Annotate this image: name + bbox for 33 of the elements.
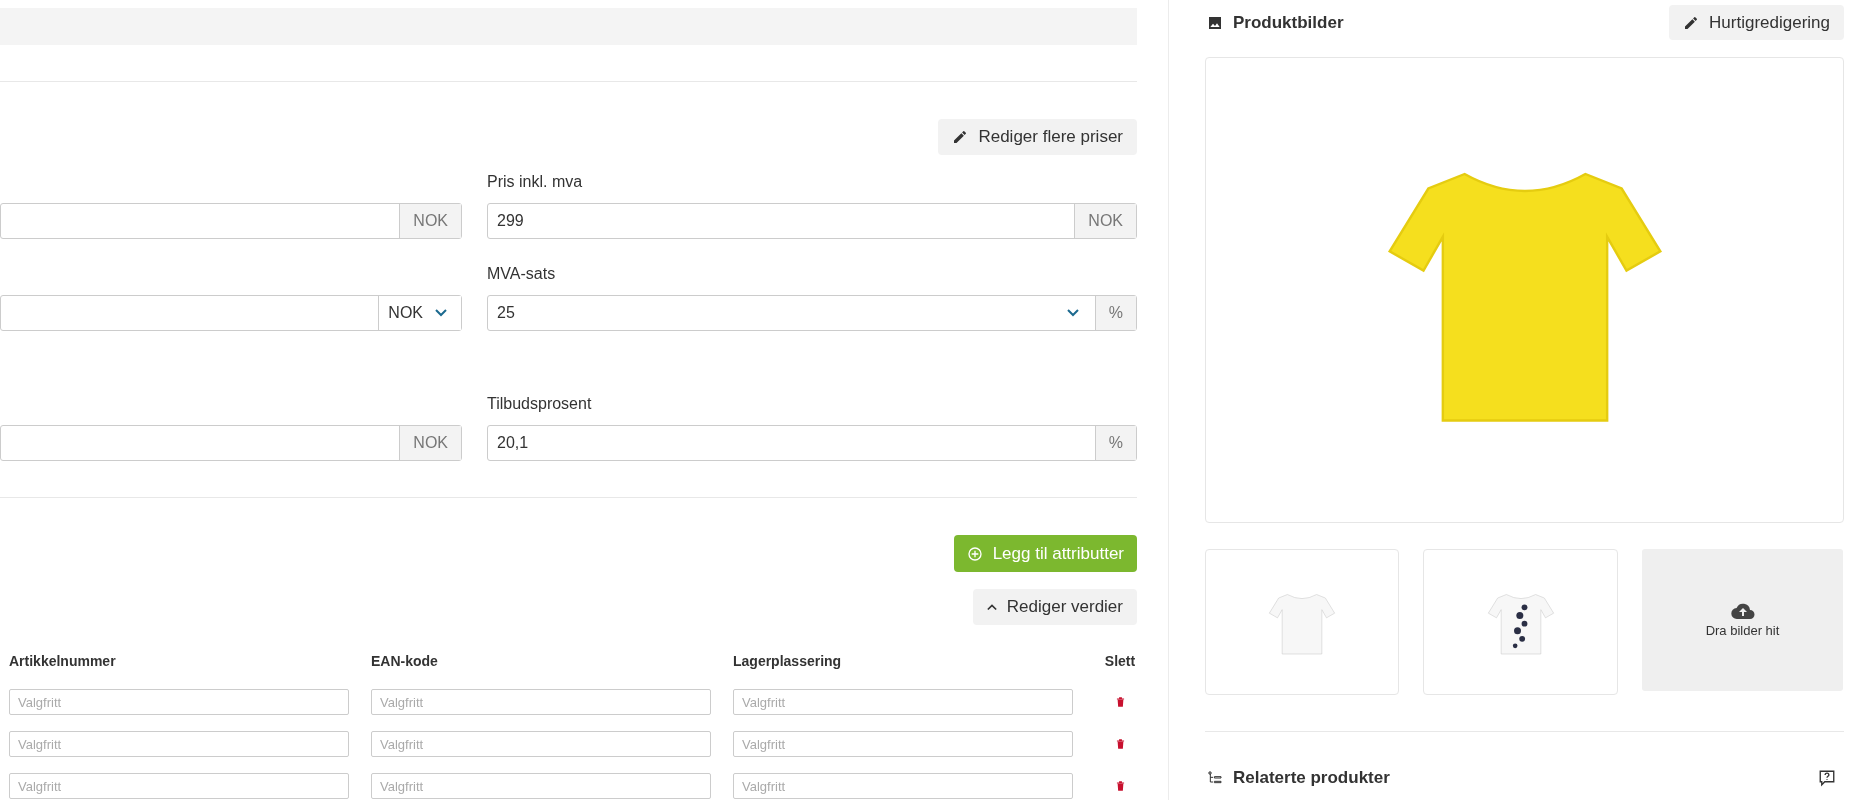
cloud-upload-icon	[1730, 602, 1755, 621]
trash-icon[interactable]	[1115, 781, 1125, 791]
pencil-icon	[1683, 14, 1700, 31]
trash-icon[interactable]	[1115, 697, 1125, 707]
input-field[interactable]: Valgfritt	[371, 689, 711, 715]
field-label: MVA-sats	[487, 265, 556, 282]
upload-dropzone[interactable]: Dra bilder hit	[1642, 549, 1843, 691]
column-header: Lagerplassering	[733, 653, 843, 669]
field-label: Tilbudsprosent	[487, 395, 592, 412]
input-field[interactable]: Valgfritt	[9, 731, 349, 757]
field-label: Pris inkl. mva	[487, 173, 583, 190]
input-field[interactable]: Valgfritt	[733, 731, 1073, 757]
input-field[interactable]: Valgfritt	[9, 773, 349, 799]
column-header: Artikkelnummer	[9, 653, 117, 669]
input-field[interactable]: Valgfritt	[371, 731, 711, 757]
image-icon	[1207, 14, 1223, 31]
trash-icon[interactable]	[1115, 739, 1125, 749]
input-field[interactable]: Valgfritt	[9, 689, 349, 715]
column-header: EAN-kode	[371, 653, 439, 669]
pencil-icon	[952, 129, 969, 145]
section-title: Produktbilder	[1233, 12, 1344, 33]
input-field[interactable]: Valgfritt	[733, 689, 1073, 715]
help-icon[interactable]	[1818, 769, 1836, 787]
input-field[interactable]: Valgfritt	[733, 773, 1073, 799]
column-header: Slett	[1103, 653, 1137, 669]
caret-icon	[986, 603, 997, 611]
plus-circle-icon	[966, 545, 983, 562]
input-field[interactable]: Valgfritt	[371, 773, 711, 799]
edit-prices-button[interactable]: Rediger flere priser	[938, 119, 1137, 155]
quick-edit-button[interactable]: Hurtigredigering	[1669, 5, 1844, 40]
section-title: Relaterte produkter	[1233, 768, 1390, 788]
edit-values-button[interactable]: Rediger verdier	[972, 589, 1137, 625]
hierarchy-icon	[1207, 770, 1223, 786]
